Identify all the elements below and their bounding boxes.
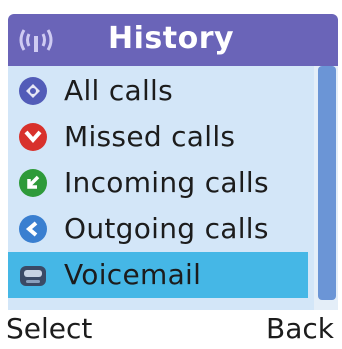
outgoing-calls-icon [19, 215, 47, 243]
menu-item-voicemail[interactable]: Voicemail [8, 252, 308, 298]
menu-item-missed-calls[interactable]: Missed calls [8, 114, 308, 160]
title-bar: History [8, 14, 338, 66]
incoming-calls-icon [19, 169, 47, 197]
page-title: History [108, 21, 235, 56]
menu-item-label: Outgoing calls [64, 212, 269, 245]
phone-screen: History All calls Missed calls Incoming … [0, 0, 342, 349]
softkey-bar: Select Back [0, 310, 342, 349]
signal-antenna-icon [19, 29, 53, 52]
menu-item-label: Incoming calls [64, 166, 269, 199]
select-softkey[interactable]: Select [6, 312, 92, 345]
menu-item-label: Missed calls [64, 120, 236, 153]
voicemail-icon [20, 266, 46, 286]
menu-item-incoming-calls[interactable]: Incoming calls [8, 160, 308, 206]
scrollbar[interactable] [314, 66, 338, 310]
scrollbar-thumb[interactable] [318, 66, 336, 300]
back-softkey[interactable]: Back [266, 312, 334, 345]
history-menu-list: All calls Missed calls Incoming calls Ou… [8, 66, 338, 310]
missed-calls-icon [19, 123, 47, 151]
menu-item-label: All calls [64, 74, 174, 107]
all-calls-icon [19, 77, 47, 105]
menu-item-outgoing-calls[interactable]: Outgoing calls [8, 206, 308, 252]
menu-item-label: Voicemail [64, 258, 202, 291]
menu-item-all-calls[interactable]: All calls [8, 68, 308, 114]
